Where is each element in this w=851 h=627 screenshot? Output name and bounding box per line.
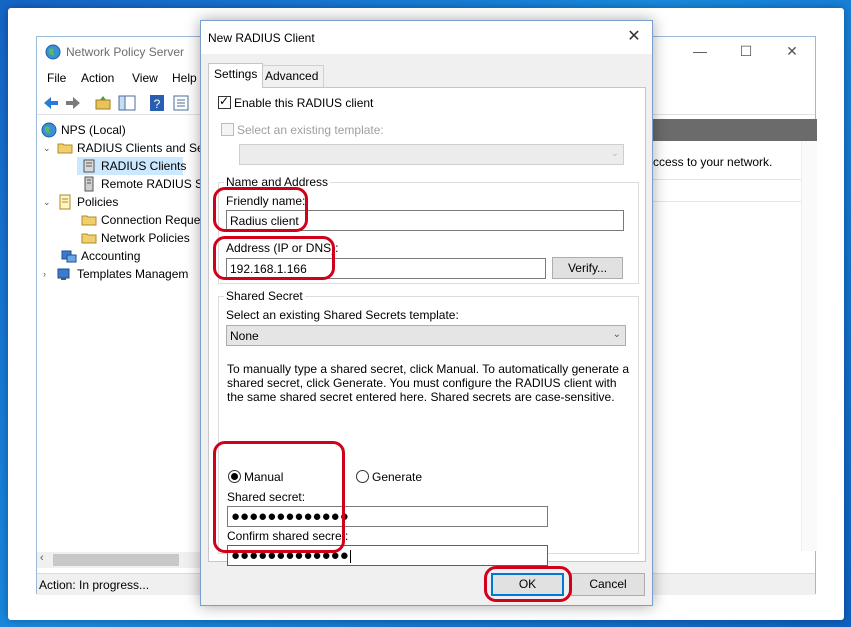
scroll-left-icon[interactable]: ‹ (40, 552, 44, 564)
tab-advanced[interactable]: Advanced (259, 65, 325, 87)
folder-icon (57, 143, 73, 154)
chevron-down-icon: ⌄ (610, 148, 619, 159)
confirm-secret-value: ●●●●●●●●●●●●● (231, 546, 351, 565)
nps-window-title: Network Policy Server (66, 45, 185, 59)
tree-label-accounting: Accounting (81, 249, 141, 263)
confirm-secret-text: ●●●●●●●●●●●●● (231, 547, 349, 564)
window-close-button[interactable]: ✕ (769, 37, 815, 67)
arrow-left-icon[interactable] (41, 93, 61, 113)
dialog-title: New RADIUS Client (208, 31, 315, 45)
tree-item-radius-clients-servers[interactable]: ⌄ RADIUS Clients and Se (43, 139, 203, 157)
address-value: 192.168.1.166 (230, 262, 307, 276)
tree-label-policies: Policies (77, 195, 119, 209)
secrets-template-value: None (230, 329, 259, 343)
server-group-icon (84, 176, 94, 192)
select-template-label: Select an existing template: (237, 123, 384, 137)
console-tree: NPS (Local) ⌄ RADIUS Clients and Se RADI… (37, 117, 203, 557)
secrets-template-label: Select an existing Shared Secrets templa… (226, 308, 459, 322)
menu-file[interactable]: File (47, 71, 66, 85)
network-globe-icon (45, 44, 61, 60)
details-description: ccess to your network. (653, 155, 773, 169)
close-icon[interactable]: ✕ (624, 27, 644, 47)
shared-secret-input[interactable]: ●●●●●●●●●●●●● (227, 506, 548, 527)
menu-action[interactable]: Action (81, 71, 114, 85)
ok-button[interactable]: OK (491, 573, 564, 596)
new-radius-client-dialog: New RADIUS Client ✕ Settings Advanced ✓ … (200, 20, 653, 606)
tree-label-nps-local: NPS (Local) (61, 123, 126, 137)
policies-icon (59, 194, 71, 210)
checkmark-icon: ✓ (219, 94, 230, 108)
details-vertical-scrollbar[interactable] (801, 141, 817, 551)
verify-button[interactable]: Verify... (552, 257, 623, 279)
text-caret (349, 549, 351, 563)
secrets-template-dropdown[interactable]: None ⌄ (226, 325, 626, 346)
arrow-right-icon[interactable] (63, 93, 83, 113)
name-address-group-title: Name and Address (224, 175, 331, 189)
address-input[interactable]: 192.168.1.166 (226, 258, 546, 279)
enable-client-checkbox[interactable]: ✓ (218, 94, 231, 109)
radius-client-icon (83, 159, 95, 173)
network-globe-icon (41, 122, 57, 138)
maximize-button[interactable]: ☐ (723, 37, 769, 67)
svg-text:?: ? (154, 97, 161, 111)
tree-item-radius-clients[interactable]: RADIUS Clients (77, 157, 187, 175)
chevron-down-icon[interactable]: ⌄ (43, 193, 53, 211)
folder-up-icon[interactable] (93, 93, 113, 113)
shared-secret-instructions: To manually type a shared secret, click … (227, 362, 629, 404)
name-address-group: Name and Address Friendly name: Radius c… (218, 175, 639, 284)
chevron-right-icon[interactable]: › (43, 265, 53, 283)
menu-view[interactable]: View (132, 71, 158, 85)
tree-label-connection-request: Connection Reque (101, 213, 201, 227)
generate-radio[interactable] (356, 470, 369, 483)
enable-client-label: Enable this RADIUS client (234, 96, 374, 110)
details-header-bar (653, 119, 817, 141)
tree-item-remote-radius[interactable]: Remote RADIUS Se (81, 175, 203, 193)
confirm-secret-label: Confirm shared secret: (227, 529, 349, 543)
confirm-secret-input[interactable]: ●●●●●●●●●●●●● (227, 545, 548, 566)
folder-icon (81, 215, 97, 226)
help-icon[interactable]: ? (147, 93, 167, 113)
divider (653, 179, 817, 180)
minimize-button[interactable]: — (677, 37, 723, 67)
shared-secret-group-title: Shared Secret (224, 289, 305, 303)
address-label: Address (IP or DNS): (226, 241, 339, 255)
shared-secret-value: ●●●●●●●●●●●●● (231, 508, 349, 525)
tree-label-radius-clients: RADIUS Clients (101, 159, 187, 173)
tree-label-radius-clients-servers: RADIUS Clients and Se (77, 141, 203, 155)
template-dropdown[interactable]: ⌄ (239, 144, 624, 165)
tree-item-templates[interactable]: › Templates Managem (43, 265, 203, 283)
tab-settings[interactable]: Settings (208, 63, 264, 88)
cancel-button[interactable]: Cancel (571, 573, 645, 596)
properties-icon[interactable] (171, 93, 191, 113)
settings-panel: ✓ Enable this RADIUS client Select an ex… (208, 87, 646, 566)
chevron-down-icon[interactable]: ⌄ (43, 139, 53, 157)
generate-radio-label: Generate (372, 470, 423, 484)
status-text: Action: In progress... (39, 578, 150, 592)
friendly-name-value: Radius client (230, 214, 299, 228)
tree-horizontal-scrollbar[interactable]: ‹ (37, 552, 203, 568)
dialog-titlebar: New RADIUS Client ✕ (201, 21, 652, 54)
tree-label-network-policies: Network Policies (101, 231, 190, 245)
manual-radio-label: Manual (244, 470, 284, 484)
tree-label-templates: Templates Managem (77, 267, 189, 281)
menu-help[interactable]: Help (172, 71, 197, 85)
details-pane: ccess to your network. (653, 119, 817, 551)
manual-radio[interactable] (228, 470, 241, 483)
radio-selected-dot (231, 473, 238, 480)
chevron-down-icon: ⌄ (612, 329, 621, 340)
scrollbar-thumb[interactable] (53, 554, 179, 566)
tree-item-connection-request[interactable]: Connection Reque (81, 211, 203, 229)
tree-label-remote-radius: Remote RADIUS Se (101, 177, 203, 191)
friendly-name-input[interactable]: Radius client (226, 210, 624, 231)
accounting-icon (61, 250, 77, 263)
divider (653, 201, 817, 202)
show-hide-tree-icon[interactable] (117, 93, 137, 113)
shared-secret-label: Shared secret: (227, 490, 306, 504)
friendly-name-label: Friendly name: (226, 194, 306, 208)
templates-icon (57, 268, 70, 280)
folder-icon (81, 233, 97, 244)
select-template-checkbox[interactable] (221, 123, 234, 136)
